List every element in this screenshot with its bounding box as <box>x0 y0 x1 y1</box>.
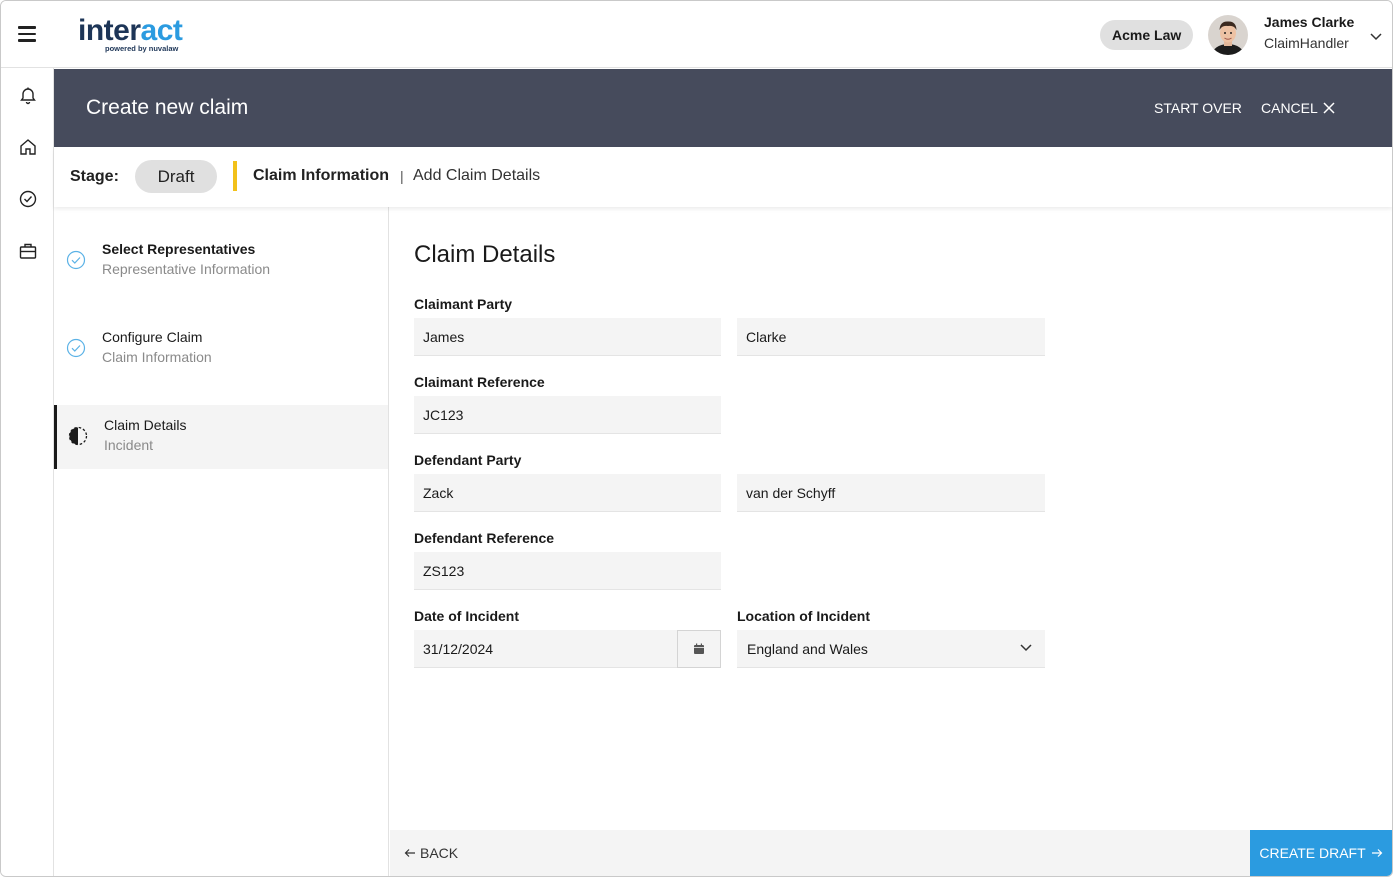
calendar-icon <box>694 643 704 654</box>
cancel-button[interactable]: CANCEL <box>1261 100 1335 116</box>
step-subtitle: Incident <box>104 437 154 453</box>
defendant-reference-label: Defendant Reference <box>414 530 555 546</box>
claimant-first-name-input[interactable] <box>414 318 721 356</box>
user-role: ClaimHandler <box>1264 35 1349 51</box>
back-button[interactable]: BACK <box>404 845 458 861</box>
step-subtitle: Claim Information <box>102 349 212 365</box>
step-title: Claim Details <box>104 417 187 433</box>
start-over-button[interactable]: START OVER <box>1154 100 1242 116</box>
user-name: James Clarke <box>1264 14 1355 30</box>
create-draft-label: CREATE DRAFT <box>1259 845 1366 861</box>
step-claim-details[interactable]: Claim Details Incident <box>54 405 388 469</box>
create-draft-button[interactable]: CREATE DRAFT <box>1250 830 1392 876</box>
app-logo[interactable]: interact powered by nuvalaw <box>78 14 183 54</box>
defendant-last-name-input[interactable] <box>737 474 1045 512</box>
claimant-party-label: Claimant Party <box>414 296 513 312</box>
chevron-down-icon[interactable] <box>1369 29 1383 41</box>
date-of-incident-input[interactable] <box>414 630 677 668</box>
step-title: Select Representatives <box>102 241 256 257</box>
cancel-label: CANCEL <box>1261 100 1318 116</box>
back-label: BACK <box>420 845 459 861</box>
menu-icon[interactable] <box>18 26 36 42</box>
logo-wordmark: interact <box>78 14 183 47</box>
home-icon[interactable] <box>18 137 38 157</box>
steps-panel: Select Representatives Representative In… <box>54 207 389 876</box>
calendar-button[interactable] <box>677 630 721 668</box>
chevron-down-icon <box>1020 644 1032 652</box>
defendant-party-label: Defendant Party <box>414 452 522 468</box>
step-title: Configure Claim <box>102 329 203 345</box>
left-nav-rail <box>1 68 54 876</box>
top-bar: interact powered by nuvalaw Acme Law Jam… <box>1 1 1392 68</box>
claimant-reference-label: Claimant Reference <box>414 374 545 390</box>
close-icon <box>1323 102 1335 114</box>
form-footer: BACK CREATE DRAFT <box>390 830 1392 876</box>
stage-subsection: Add Claim Details <box>413 167 541 184</box>
location-of-incident-select[interactable]: England and Wales <box>737 630 1045 668</box>
page-header: Create new claim START OVER CANCEL <box>54 69 1392 147</box>
check-circle-icon[interactable] <box>18 189 38 209</box>
defendant-reference-input[interactable] <box>414 552 721 590</box>
claim-details-form: Claim Details Claimant Party Claimant Re… <box>390 207 1392 830</box>
location-selected-value: England and Wales <box>747 641 868 657</box>
briefcase-icon[interactable] <box>18 241 38 261</box>
breadcrumb-separator: | <box>400 168 404 184</box>
page-title: Create new claim <box>86 96 249 119</box>
step-select-representatives[interactable]: Select Representatives Representative In… <box>54 229 388 293</box>
app-window: interact powered by nuvalaw Acme Law Jam… <box>0 0 1393 877</box>
avatar[interactable] <box>1208 15 1248 55</box>
check-circle-icon <box>66 250 86 270</box>
form-title: Claim Details <box>414 241 556 268</box>
stage-badge: Draft <box>135 160 217 193</box>
arrow-right-icon <box>1371 849 1383 857</box>
check-circle-icon <box>66 338 86 358</box>
arrow-left-icon <box>404 849 415 857</box>
stage-label: Stage: <box>70 168 119 185</box>
step-subtitle: Representative Information <box>102 261 271 277</box>
bell-icon[interactable] <box>18 85 38 105</box>
claimant-reference-input[interactable] <box>414 396 721 434</box>
date-of-incident-label: Date of Incident <box>414 608 520 624</box>
organisation-badge[interactable]: Acme Law <box>1100 20 1194 50</box>
claimant-last-name-input[interactable] <box>737 318 1045 356</box>
stage-bar: Stage: Draft Claim Information | Add Cla… <box>54 147 1392 207</box>
location-of-incident-label: Location of Incident <box>737 608 870 624</box>
defendant-first-name-input[interactable] <box>414 474 721 512</box>
half-circle-icon <box>68 426 88 446</box>
stage-section: Claim Information <box>253 167 390 184</box>
step-configure-claim[interactable]: Configure Claim Claim Information <box>54 317 388 381</box>
stage-divider <box>233 161 237 191</box>
